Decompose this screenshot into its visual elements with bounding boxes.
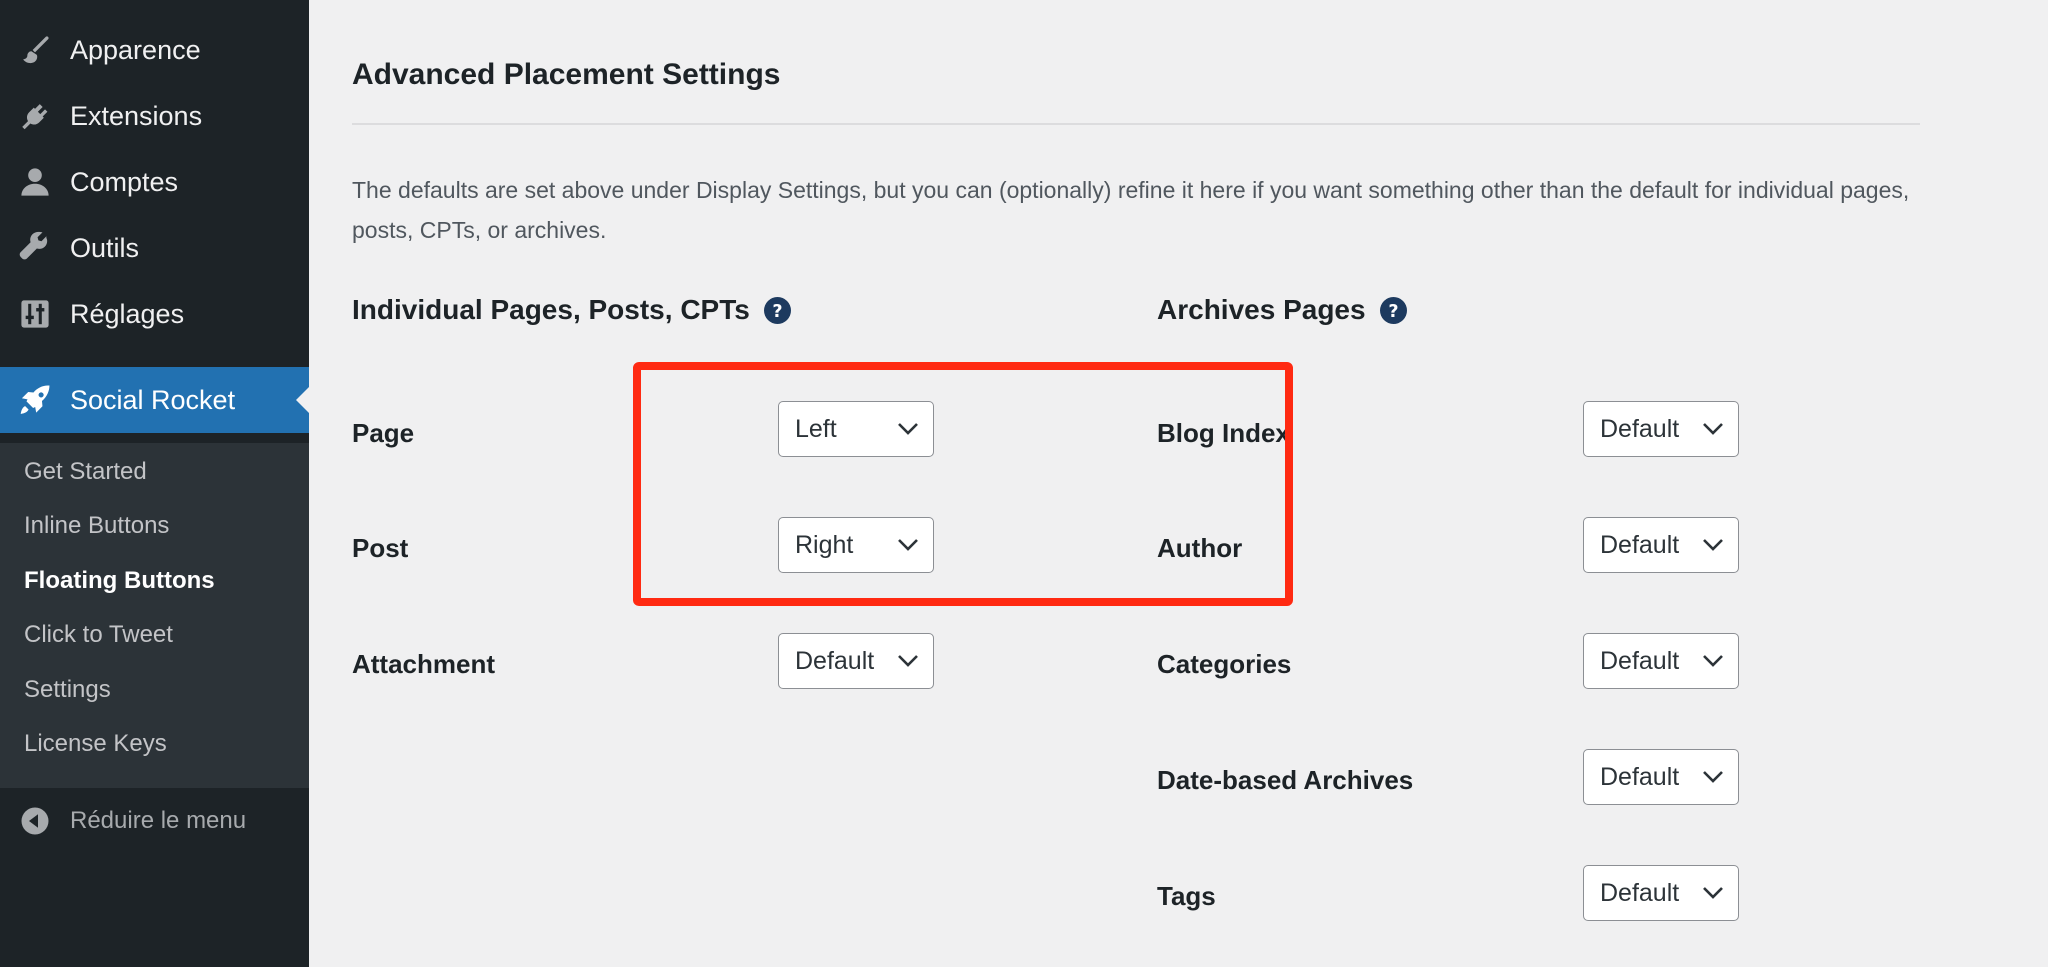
sliders-icon <box>0 297 70 331</box>
submenu-item-license-keys[interactable]: License Keys <box>24 730 167 758</box>
section-description: The defaults are set above under Display… <box>352 177 1910 243</box>
archives-pages-heading: Archives Pages ? <box>1157 294 1407 326</box>
blog-index-placement-select[interactable]: Default <box>1583 401 1739 457</box>
current-menu-arrow <box>296 386 310 414</box>
chevron-down-icon <box>1702 422 1724 436</box>
menu-item-label: Extensions <box>70 100 203 131</box>
author-label: Author <box>1157 533 1243 563</box>
date-archives-placement-select[interactable]: Default <box>1583 749 1739 805</box>
heading-text: Individual Pages, Posts, CPTs <box>352 294 750 325</box>
menu-item-reglages[interactable]: Réglages <box>0 281 309 347</box>
submenu-item-get-started[interactable]: Get Started <box>24 458 147 486</box>
paintbrush-icon <box>0 33 70 67</box>
menu-item-label: Réglages <box>70 298 185 329</box>
rocket-icon <box>0 383 70 417</box>
collapse-menu-button[interactable]: Réduire le menu <box>0 796 309 846</box>
chevron-down-icon <box>1702 538 1724 552</box>
plugin-icon <box>0 99 70 133</box>
chevron-down-icon <box>897 538 919 552</box>
collapse-arrow-icon <box>0 806 70 836</box>
settings-content: Advanced Placement Settings The defaults… <box>309 0 2048 967</box>
select-value: Default <box>1600 762 1680 791</box>
select-value: Default <box>795 646 875 675</box>
menu-item-comptes[interactable]: Comptes <box>0 149 309 215</box>
submenu-item-floating-buttons[interactable]: Floating Buttons <box>24 567 215 595</box>
menu-item-apparence[interactable]: Apparence <box>0 17 309 83</box>
menu-item-social-rocket[interactable]: Social Rocket <box>0 367 310 433</box>
categories-label: Categories <box>1157 649 1292 679</box>
title-divider <box>352 123 1920 125</box>
menu-item-extensions[interactable]: Extensions <box>0 83 309 149</box>
svg-text:?: ? <box>1388 301 1398 321</box>
submenu-item-inline-buttons[interactable]: Inline Buttons <box>24 512 169 540</box>
submenu-item-click-to-tweet[interactable]: Click to Tweet <box>24 621 173 649</box>
chevron-down-icon <box>897 654 919 668</box>
select-value: Left <box>795 414 837 443</box>
social-rocket-submenu: Get Started Inline Buttons Floating Butt… <box>0 443 309 788</box>
highlight-annotation-box <box>633 362 1293 606</box>
tags-placement-select[interactable]: Default <box>1583 865 1739 921</box>
post-label: Post <box>352 533 409 563</box>
page-placement-select[interactable]: Left <box>778 401 934 457</box>
categories-placement-select[interactable]: Default <box>1583 633 1739 689</box>
select-value: Default <box>1600 530 1680 559</box>
blog-index-label: Blog Index <box>1157 418 1290 448</box>
select-value: Right <box>795 530 854 559</box>
menu-item-label: Social Rocket <box>70 384 236 415</box>
collapse-menu-label: Réduire le menu <box>70 807 247 834</box>
wrench-icon <box>0 231 70 265</box>
svg-text:?: ? <box>772 301 782 321</box>
menu-item-label: Comptes <box>70 166 179 197</box>
page-label: Page <box>352 418 415 448</box>
chevron-down-icon <box>1702 770 1724 784</box>
menu-item-label: Outils <box>70 232 140 263</box>
menu-item-outils[interactable]: Outils <box>0 215 309 281</box>
submenu-item-settings[interactable]: Settings <box>24 676 111 704</box>
individual-pages-heading: Individual Pages, Posts, CPTs ? <box>352 294 791 326</box>
chevron-down-icon <box>897 422 919 436</box>
select-value: Default <box>1600 646 1680 675</box>
post-placement-select[interactable]: Right <box>778 517 934 573</box>
help-icon[interactable]: ? <box>763 296 791 324</box>
page-title: Advanced Placement Settings <box>352 58 781 91</box>
admin-sidebar: Apparence Extensions Comptes Outils Régl… <box>0 0 310 967</box>
select-value: Default <box>1600 414 1680 443</box>
date-archives-label: Date-based Archives <box>1157 765 1414 795</box>
user-icon <box>0 165 70 199</box>
chevron-down-icon <box>1702 886 1724 900</box>
author-placement-select[interactable]: Default <box>1583 517 1739 573</box>
help-icon[interactable]: ? <box>1379 296 1407 324</box>
menu-item-label: Apparence <box>70 34 201 65</box>
heading-text: Archives Pages <box>1157 294 1366 325</box>
attachment-placement-select[interactable]: Default <box>778 633 934 689</box>
chevron-down-icon <box>1702 654 1724 668</box>
select-value: Default <box>1600 878 1680 907</box>
tags-label: Tags <box>1157 881 1216 911</box>
attachment-label: Attachment <box>352 649 496 679</box>
